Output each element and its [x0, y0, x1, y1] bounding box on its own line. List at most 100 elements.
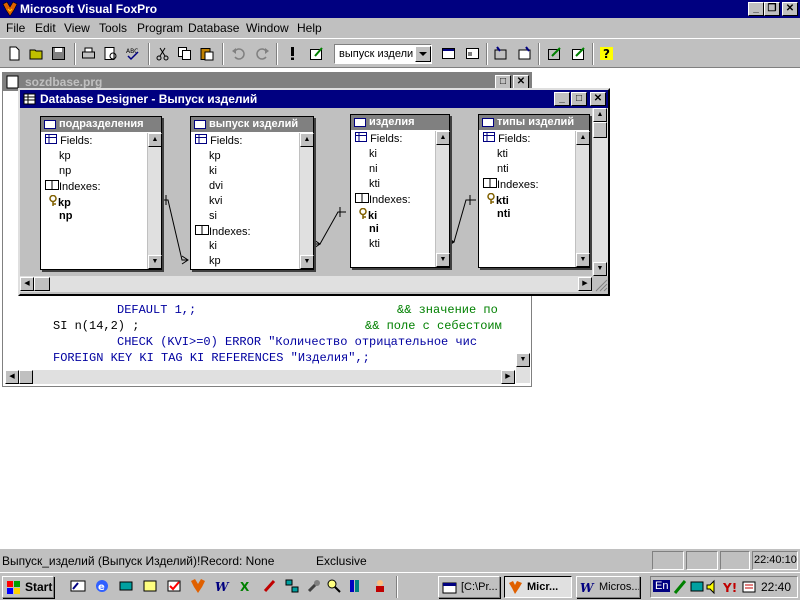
users-icon[interactable] — [372, 578, 388, 594]
redo-button[interactable] — [252, 43, 274, 65]
code-line-3[interactable]: CHECK (KVI>=0) ERROR "Количество отрицат… — [117, 335, 477, 349]
taskbar-clock[interactable]: 22:40 — [761, 580, 791, 594]
command-window-button[interactable] — [438, 43, 460, 65]
word-icon[interactable]: W — [214, 578, 230, 594]
internet-explorer-icon[interactable]: e — [94, 578, 110, 594]
index-item-primary[interactable]: ki — [359, 207, 377, 222]
scroll-up-button[interactable]: ▲ — [593, 108, 607, 122]
field-item[interactable]: si — [209, 210, 217, 222]
table-vypusk-izdeliy[interactable]: выпуск изделий Fields: kp ki dvi kvi si … — [190, 116, 314, 270]
menu-help[interactable]: Help — [297, 21, 322, 35]
scroll-right-button[interactable]: ▶ — [578, 277, 592, 291]
menu-tools[interactable]: Tools — [99, 21, 127, 35]
open-button[interactable] — [26, 43, 48, 65]
index-item[interactable]: nti — [497, 208, 510, 220]
table-header[interactable]: подразделения — [41, 117, 161, 132]
find-magnifier-icon[interactable] — [326, 578, 342, 594]
designer-canvas[interactable]: подразделения Fields: kp np Indexes: kp … — [20, 108, 592, 276]
index-item[interactable]: kp — [209, 255, 221, 267]
start-button[interactable]: Start — [2, 576, 54, 598]
autoreport-button[interactable] — [568, 43, 590, 65]
field-item[interactable]: dvi — [209, 180, 223, 192]
table-vscrollbar[interactable]: ▲ ▼ — [147, 133, 162, 269]
index-item[interactable]: ki — [209, 240, 217, 252]
table-vscrollbar[interactable]: ▲ ▼ — [299, 133, 314, 269]
program-editor-maximize[interactable]: □ — [495, 75, 511, 89]
index-item[interactable]: kti — [369, 238, 380, 250]
tray-yahoo-icon[interactable]: Y! — [723, 579, 739, 595]
paste-button[interactable] — [196, 43, 218, 65]
table-vscrollbar[interactable]: ▲ ▼ — [575, 131, 590, 267]
tray-pen-icon[interactable] — [673, 579, 689, 595]
restore-button[interactable]: ❐ — [764, 2, 780, 16]
menu-window[interactable]: Window — [246, 21, 289, 35]
task-foxpro-active[interactable]: Micr... — [504, 576, 572, 598]
close-button[interactable]: ✕ — [782, 2, 798, 16]
tray-monitor-icon[interactable] — [689, 579, 705, 595]
scroll-up-button[interactable]: ▲ — [436, 131, 450, 145]
scroll-down-button[interactable]: ▼ — [436, 253, 450, 267]
field-item[interactable]: kti — [369, 178, 380, 190]
report-wizard-button[interactable] — [514, 43, 536, 65]
size-grip[interactable] — [592, 276, 608, 292]
new-button[interactable] — [4, 43, 26, 65]
view-window-button[interactable] — [462, 43, 484, 65]
network-icon[interactable] — [118, 578, 134, 594]
autoform-button[interactable] — [544, 43, 566, 65]
table-izdeliya[interactable]: изделия Fields: ki ni kti Indexes: ki ni… — [350, 114, 450, 268]
designer-hscrollbar[interactable]: ◀ ▶ — [20, 276, 592, 292]
foxpro-icon[interactable] — [2, 1, 18, 17]
field-item[interactable]: kti — [497, 148, 508, 160]
scroll-down-button[interactable]: ▼ — [516, 353, 530, 367]
code-line-2[interactable]: SI n(14,2) ; — [53, 319, 139, 333]
index-item[interactable]: np — [59, 210, 72, 222]
language-indicator[interactable]: En — [653, 580, 671, 592]
modify-form-button[interactable] — [306, 43, 328, 65]
code-vscrollbar[interactable]: ▼ — [516, 353, 530, 383]
tray-scheduler-icon[interactable] — [741, 579, 757, 595]
code-line-1[interactable]: DEFAULT 1,; — [117, 303, 196, 317]
designer-close[interactable]: ✕ — [590, 92, 606, 106]
run-button[interactable] — [282, 43, 304, 65]
designer-vscrollbar[interactable]: ▲ ▼ — [592, 108, 608, 276]
combo-dropdown-button[interactable] — [415, 46, 431, 62]
menu-program[interactable]: Program — [137, 21, 183, 35]
database-combo[interactable]: выпуск издели — [334, 44, 432, 64]
designer-minimize[interactable]: _ — [554, 92, 570, 106]
index-item[interactable]: ni — [369, 223, 379, 235]
paint-icon[interactable] — [262, 578, 278, 594]
table-podrazdeleniya[interactable]: подразделения Fields: kp np Indexes: kp … — [40, 116, 162, 270]
scroll-up-button[interactable]: ▲ — [148, 133, 162, 147]
field-item[interactable]: ki — [209, 165, 217, 177]
spelling-button[interactable]: ABC — [122, 43, 144, 65]
task-explorer[interactable]: [C:\Pr... — [438, 576, 500, 598]
field-item[interactable]: np — [59, 165, 71, 177]
code-hscrollbar[interactable]: ◀ ▶ — [5, 370, 515, 384]
scroll-up-button[interactable]: ▲ — [300, 133, 314, 147]
program-editor-close[interactable]: ✕ — [513, 75, 529, 89]
help-button[interactable]: ? — [596, 43, 618, 65]
index-item-primary[interactable]: kp — [49, 194, 71, 209]
field-item[interactable]: kp — [209, 150, 221, 162]
network-neighborhood-icon[interactable] — [284, 578, 300, 594]
menu-edit[interactable]: Edit — [35, 21, 56, 35]
menu-view[interactable]: View — [64, 21, 90, 35]
designer-hscroll-thumb[interactable] — [34, 277, 50, 291]
designer-vscroll-thumb[interactable] — [593, 122, 607, 138]
tools-icon[interactable] — [306, 578, 322, 594]
scroll-left-button[interactable]: ◀ — [5, 370, 19, 384]
volume-speaker-icon[interactable] — [705, 579, 721, 595]
mail-check-icon[interactable] — [166, 578, 182, 594]
field-item[interactable]: kp — [59, 150, 71, 162]
undo-button[interactable] — [228, 43, 250, 65]
field-item[interactable]: ni — [369, 163, 378, 175]
field-item[interactable]: kvi — [209, 195, 222, 207]
scroll-down-button[interactable]: ▼ — [300, 255, 314, 269]
foxpro-quicklaunch-icon[interactable] — [190, 578, 206, 594]
outlook-icon[interactable] — [142, 578, 158, 594]
scroll-up-button[interactable]: ▲ — [576, 131, 590, 145]
index-item-primary[interactable]: kti — [487, 192, 509, 207]
scroll-left-button[interactable]: ◀ — [20, 277, 34, 291]
scroll-down-button[interactable]: ▼ — [593, 262, 607, 276]
table-vscrollbar[interactable]: ▲ ▼ — [435, 131, 450, 267]
